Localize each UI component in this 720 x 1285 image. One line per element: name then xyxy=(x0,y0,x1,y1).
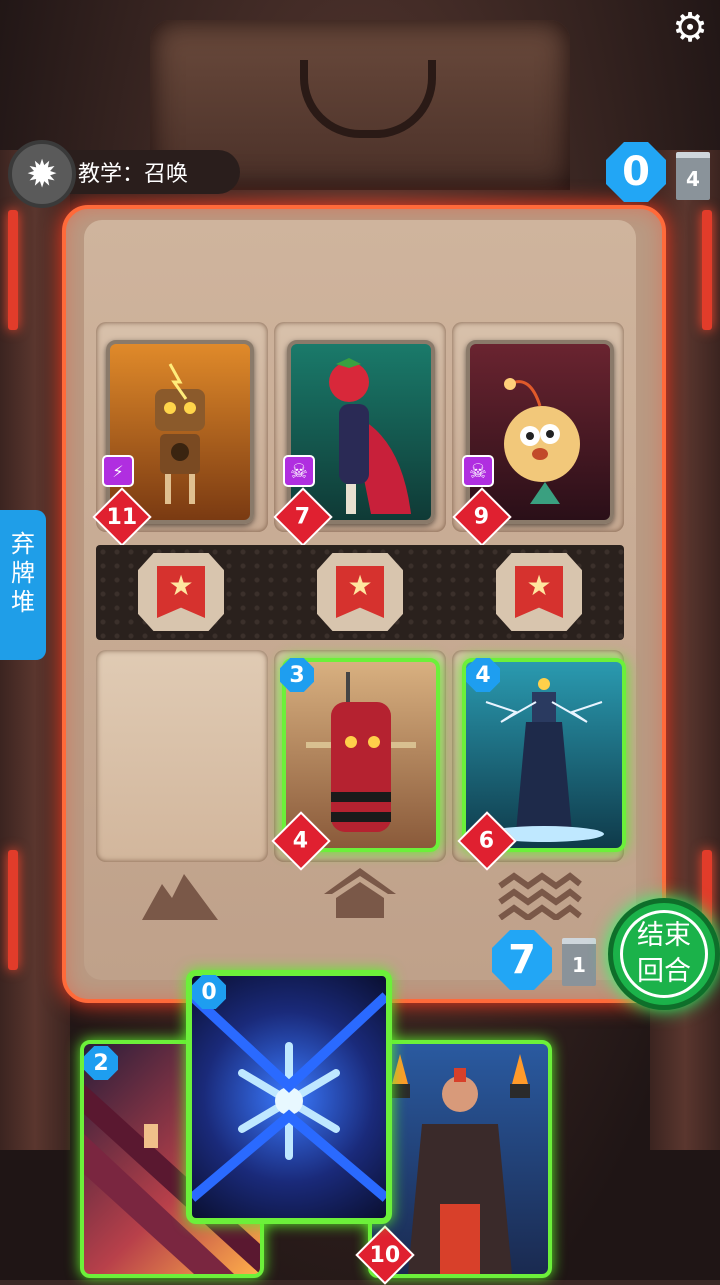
player-deck-count: 1 xyxy=(562,938,596,986)
deck-count-value: 1 xyxy=(572,953,586,977)
end-turn-label-ring[interactable]: 结束 回合 xyxy=(620,910,708,998)
opponent-energy: 0 xyxy=(606,142,666,202)
lane-banner-3: ★ xyxy=(496,553,582,631)
power-value: 9 xyxy=(474,504,490,530)
star-flag-icon: ★ xyxy=(157,566,205,618)
player-energy: 7 xyxy=(492,930,552,990)
robot-art xyxy=(155,363,205,504)
cost-value: 2 xyxy=(93,1050,109,1076)
wall-light xyxy=(702,210,712,330)
cost-value: 4 xyxy=(475,662,491,688)
house-icon xyxy=(324,868,396,918)
end-turn-label: 结束 回合 xyxy=(637,920,691,987)
power-value: 7 xyxy=(295,504,311,530)
tutorial-title: 教学：召唤 xyxy=(78,162,189,187)
energy-value: 7 xyxy=(508,937,536,983)
lane-banner-2: ★ xyxy=(317,553,403,631)
lane-banner-1: ★ xyxy=(138,553,224,631)
energy-value: 0 xyxy=(622,149,650,195)
deck-count-value: 4 xyxy=(686,167,700,191)
lightning-bolt-icon: ⚡ xyxy=(102,455,134,487)
settings-button[interactable]: ⚙ xyxy=(668,6,712,50)
opponent-avatar[interactable]: ✹ xyxy=(8,140,76,208)
waves-icon xyxy=(498,872,582,920)
power-value: 6 xyxy=(479,828,495,854)
player-slot-1-empty[interactable] xyxy=(96,650,268,862)
skull-icon: ☠ xyxy=(283,455,315,487)
snowflake-art xyxy=(192,992,386,1202)
lane-icons-row xyxy=(96,860,624,930)
opponent-deck-count: 4 xyxy=(676,152,710,200)
power-value: 10 xyxy=(369,1242,401,1268)
cost-value: 3 xyxy=(289,662,305,688)
discard-pile-button[interactable]: 弃 牌 堆 xyxy=(0,510,46,660)
cost-value: 0 xyxy=(201,979,217,1005)
hand-card-snowflake[interactable] xyxy=(186,970,392,1224)
gear-icon: ⚙ xyxy=(672,5,708,51)
wall-light xyxy=(8,210,18,330)
tomato-hero-art xyxy=(329,358,411,514)
wall-light xyxy=(8,850,18,970)
star-flag-icon: ★ xyxy=(515,566,563,618)
discard-label: 弃 牌 堆 xyxy=(11,530,35,616)
mountain-icon xyxy=(142,874,218,920)
skull-icon: ☠ xyxy=(462,455,494,487)
badge-icon: ✹ xyxy=(26,152,58,196)
power-value: 4 xyxy=(293,828,309,854)
pufferfish-art xyxy=(504,378,580,504)
power-value: 11 xyxy=(106,504,138,530)
star-flag-icon: ★ xyxy=(336,566,384,618)
